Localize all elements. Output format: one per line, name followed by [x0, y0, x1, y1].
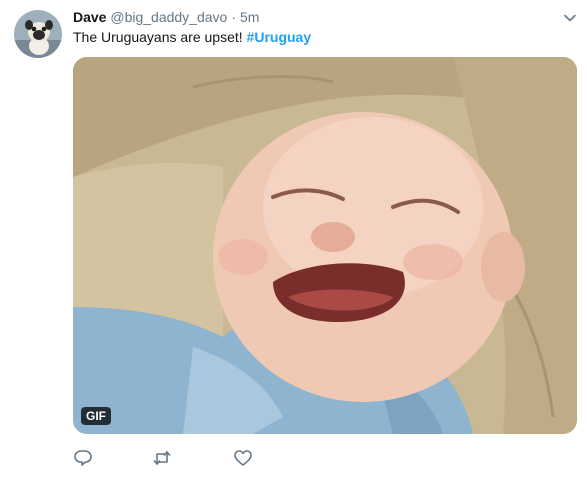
like-button[interactable] [233, 448, 253, 468]
reply-icon [74, 450, 92, 466]
tweet-menu-button[interactable] [563, 11, 577, 25]
hashtag-link[interactable]: #Uruguay [247, 29, 312, 45]
pug-avatar-icon [14, 10, 62, 58]
retweet-icon [153, 451, 171, 465]
separator-dot: · [231, 9, 237, 25]
tweet-timestamp[interactable]: 5m [240, 9, 259, 25]
author-handle[interactable]: @big_daddy_davo [110, 9, 227, 25]
tweet-text-body: The Uruguayans are upset! [73, 29, 243, 45]
chevron-down-icon [564, 14, 576, 22]
tweet-text: The Uruguayans are upset! #Uruguay [73, 28, 311, 46]
heart-icon [234, 450, 252, 466]
author-name[interactable]: Dave [73, 9, 106, 25]
crying-baby-gif-icon [73, 57, 577, 434]
retweet-button[interactable] [152, 448, 172, 468]
tweet-header: Dave @big_daddy_davo · 5m [73, 8, 259, 26]
gif-media[interactable]: GIF [73, 57, 577, 434]
gif-badge: GIF [81, 407, 111, 425]
reply-button[interactable] [73, 448, 93, 468]
avatar[interactable] [14, 10, 62, 58]
tweet-card[interactable]: Dave @big_daddy_davo · 5m The Uruguayans a… [0, 0, 587, 479]
